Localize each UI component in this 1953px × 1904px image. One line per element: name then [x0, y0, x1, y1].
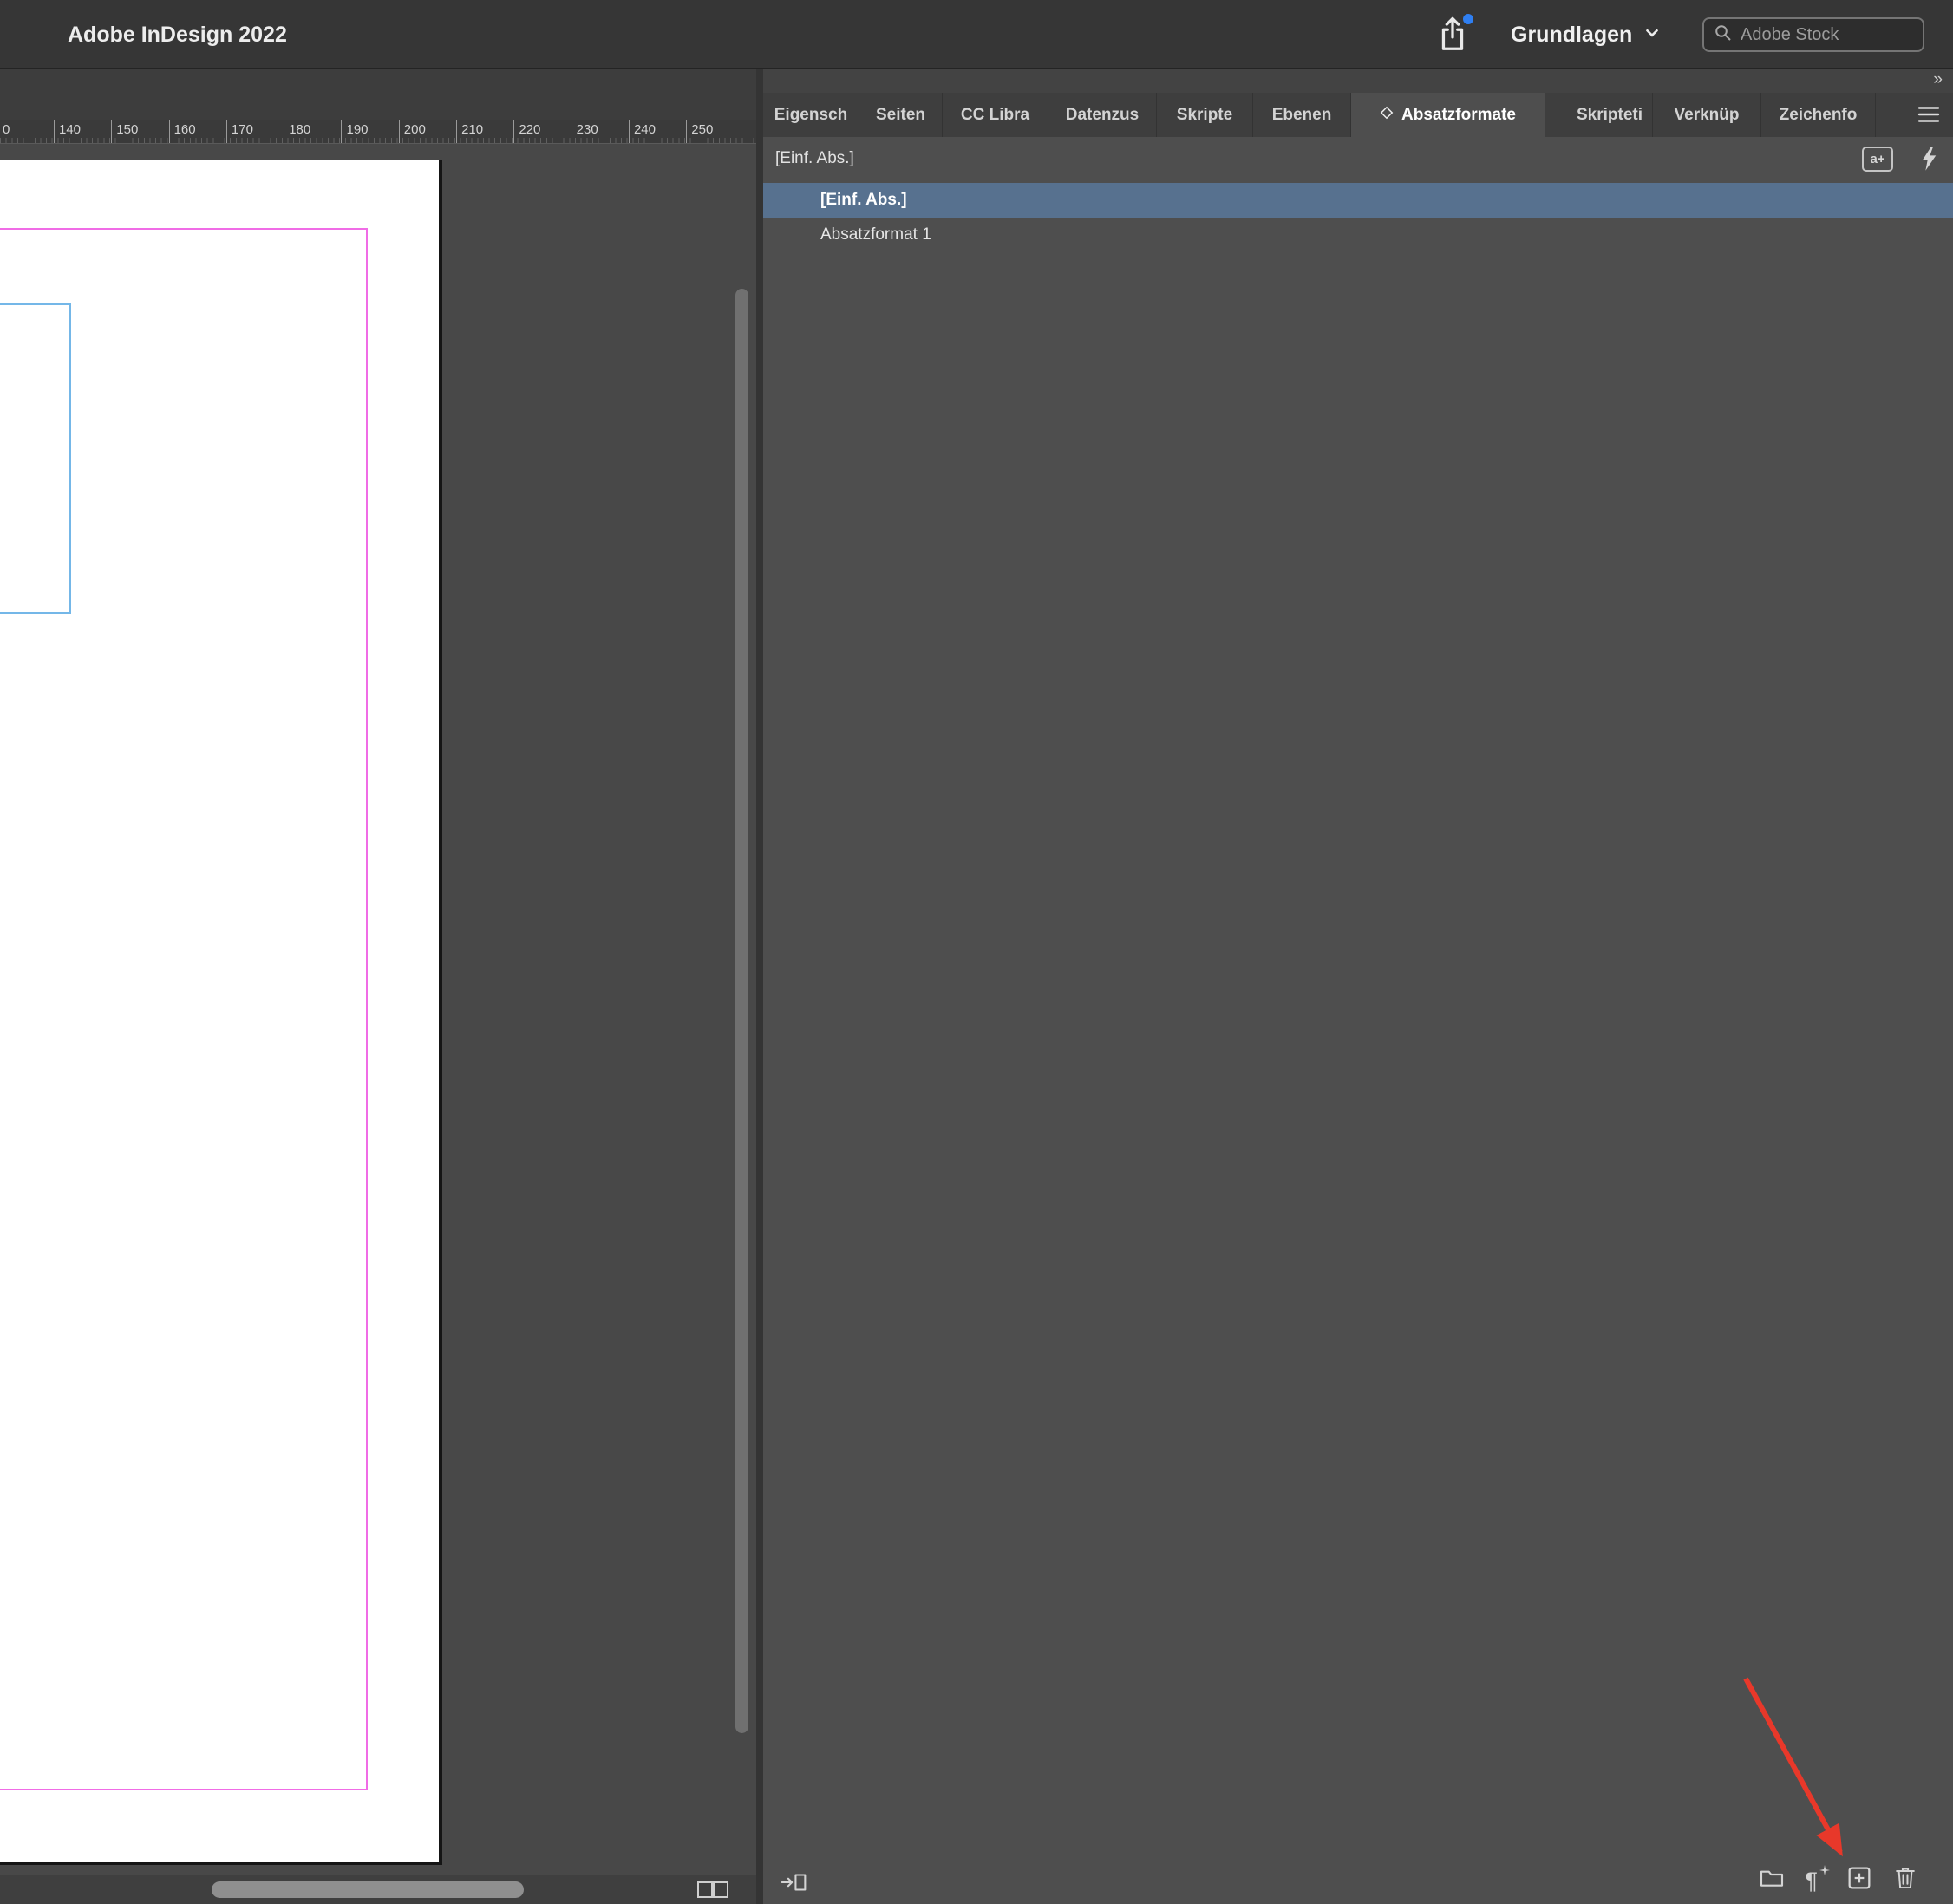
paragraph-style-list: [Einf. Abs.] Absatzformat 1 [763, 183, 1953, 252]
tab-label: Absatzformate [1401, 105, 1516, 124]
collapse-panels-icon[interactable]: » [1933, 70, 1942, 89]
tab-absatzformate[interactable]: Absatzformate [1351, 93, 1545, 137]
create-new-style-button[interactable] [1845, 1864, 1873, 1896]
vertical-scrollbar[interactable] [735, 289, 748, 1733]
delete-style-button[interactable] [1892, 1864, 1918, 1896]
diamond-icon [1380, 106, 1394, 125]
panel-dock: » Eigensch Seiten CC Libra Datenzus Skri… [763, 69, 1953, 1904]
tab-skriptetiketten[interactable]: Skripteti [1567, 93, 1653, 137]
clear-overrides-button[interactable]: ¶ [1805, 1864, 1830, 1894]
style-override-badge[interactable]: a+ [1862, 147, 1893, 172]
tab-skripte[interactable]: Skripte [1157, 93, 1253, 137]
canvas-top-strip [0, 69, 756, 120]
style-row-einf-abs[interactable]: [Einf. Abs.] [763, 183, 1953, 218]
horizontal-ruler: 0 140 150 160 170 180 190 200 210 220 23… [0, 120, 756, 144]
panel-tab-bar: Eigensch Seiten CC Libra Datenzus Skript… [763, 93, 1953, 137]
spread-view-icon[interactable] [696, 1880, 730, 1901]
app-title: Adobe InDesign 2022 [68, 23, 287, 47]
app-menu-bar: Adobe InDesign 2022 Grundlagen [0, 0, 1953, 69]
tab-label: Verknüp [1674, 105, 1740, 124]
dock-panel-icon[interactable] [779, 1869, 808, 1895]
tab-label: Skripte [1176, 105, 1233, 124]
tab-label: Zeichenfo [1779, 105, 1858, 124]
tab-ebenen[interactable]: Ebenen [1253, 93, 1351, 137]
trash-icon [1892, 1864, 1918, 1896]
notification-dot [1463, 14, 1473, 24]
tab-label: Datenzus [1065, 105, 1140, 124]
ruler-tick-marks [0, 138, 756, 143]
tab-label: Seiten [875, 105, 926, 124]
plus-square-icon [1845, 1864, 1873, 1896]
style-row-absatzformat-1[interactable]: Absatzformat 1 [763, 218, 1953, 252]
search-input[interactable] [1741, 24, 1914, 45]
tab-label: Skripteti [1576, 105, 1643, 124]
footer-actions: ¶ [1758, 1864, 1918, 1896]
tab-verknuepfungen[interactable]: Verknüp [1653, 93, 1761, 137]
tab-zeichenformate[interactable]: Zeichenfo [1761, 93, 1876, 137]
folder-icon [1758, 1864, 1786, 1896]
paragraph-styles-header: [Einf. Abs.] a+ [763, 137, 1953, 183]
tab-label: Ebenen [1271, 105, 1332, 124]
horizontal-scrollbar[interactable] [212, 1881, 524, 1898]
search-icon [1713, 23, 1734, 48]
tab-label: Eigensch [774, 105, 848, 124]
panel-divider[interactable] [756, 69, 763, 1904]
chevron-down-icon [1643, 23, 1662, 47]
tab-group-gap [1545, 93, 1567, 137]
share-icon [1433, 16, 1473, 58]
tab-seiten[interactable]: Seiten [859, 93, 943, 137]
style-name: [Einf. Abs.] [820, 191, 907, 209]
document-canvas[interactable]: 0 140 150 160 170 180 190 200 210 220 23… [0, 69, 756, 1904]
new-style-group-button[interactable] [1758, 1864, 1786, 1896]
adobe-stock-search[interactable] [1702, 17, 1924, 52]
panel-top-strip: » [763, 69, 1953, 93]
canvas-bottom-bar [0, 1875, 756, 1904]
share-button[interactable] [1433, 14, 1473, 58]
current-style-label: [Einf. Abs.] [775, 149, 854, 167]
lightning-icon[interactable] [1919, 146, 1938, 172]
tab-datenzusammenfuehrung[interactable]: Datenzus [1048, 93, 1157, 137]
panel-menu-icon[interactable] [1917, 104, 1941, 125]
tab-label: CC Libra [960, 105, 1030, 124]
text-frame[interactable] [0, 303, 71, 614]
pilcrow-sparkle-icon: ¶ [1805, 1864, 1830, 1894]
tab-eigenschaften[interactable]: Eigensch [763, 93, 859, 137]
workspace-switcher[interactable]: Grundlagen [1511, 0, 1662, 69]
panel-footer: ¶ [763, 1861, 1953, 1904]
workspace-label: Grundlagen [1511, 22, 1633, 47]
tab-cc-libraries[interactable]: CC Libra [943, 93, 1048, 137]
style-name: Absatzformat 1 [820, 225, 931, 244]
